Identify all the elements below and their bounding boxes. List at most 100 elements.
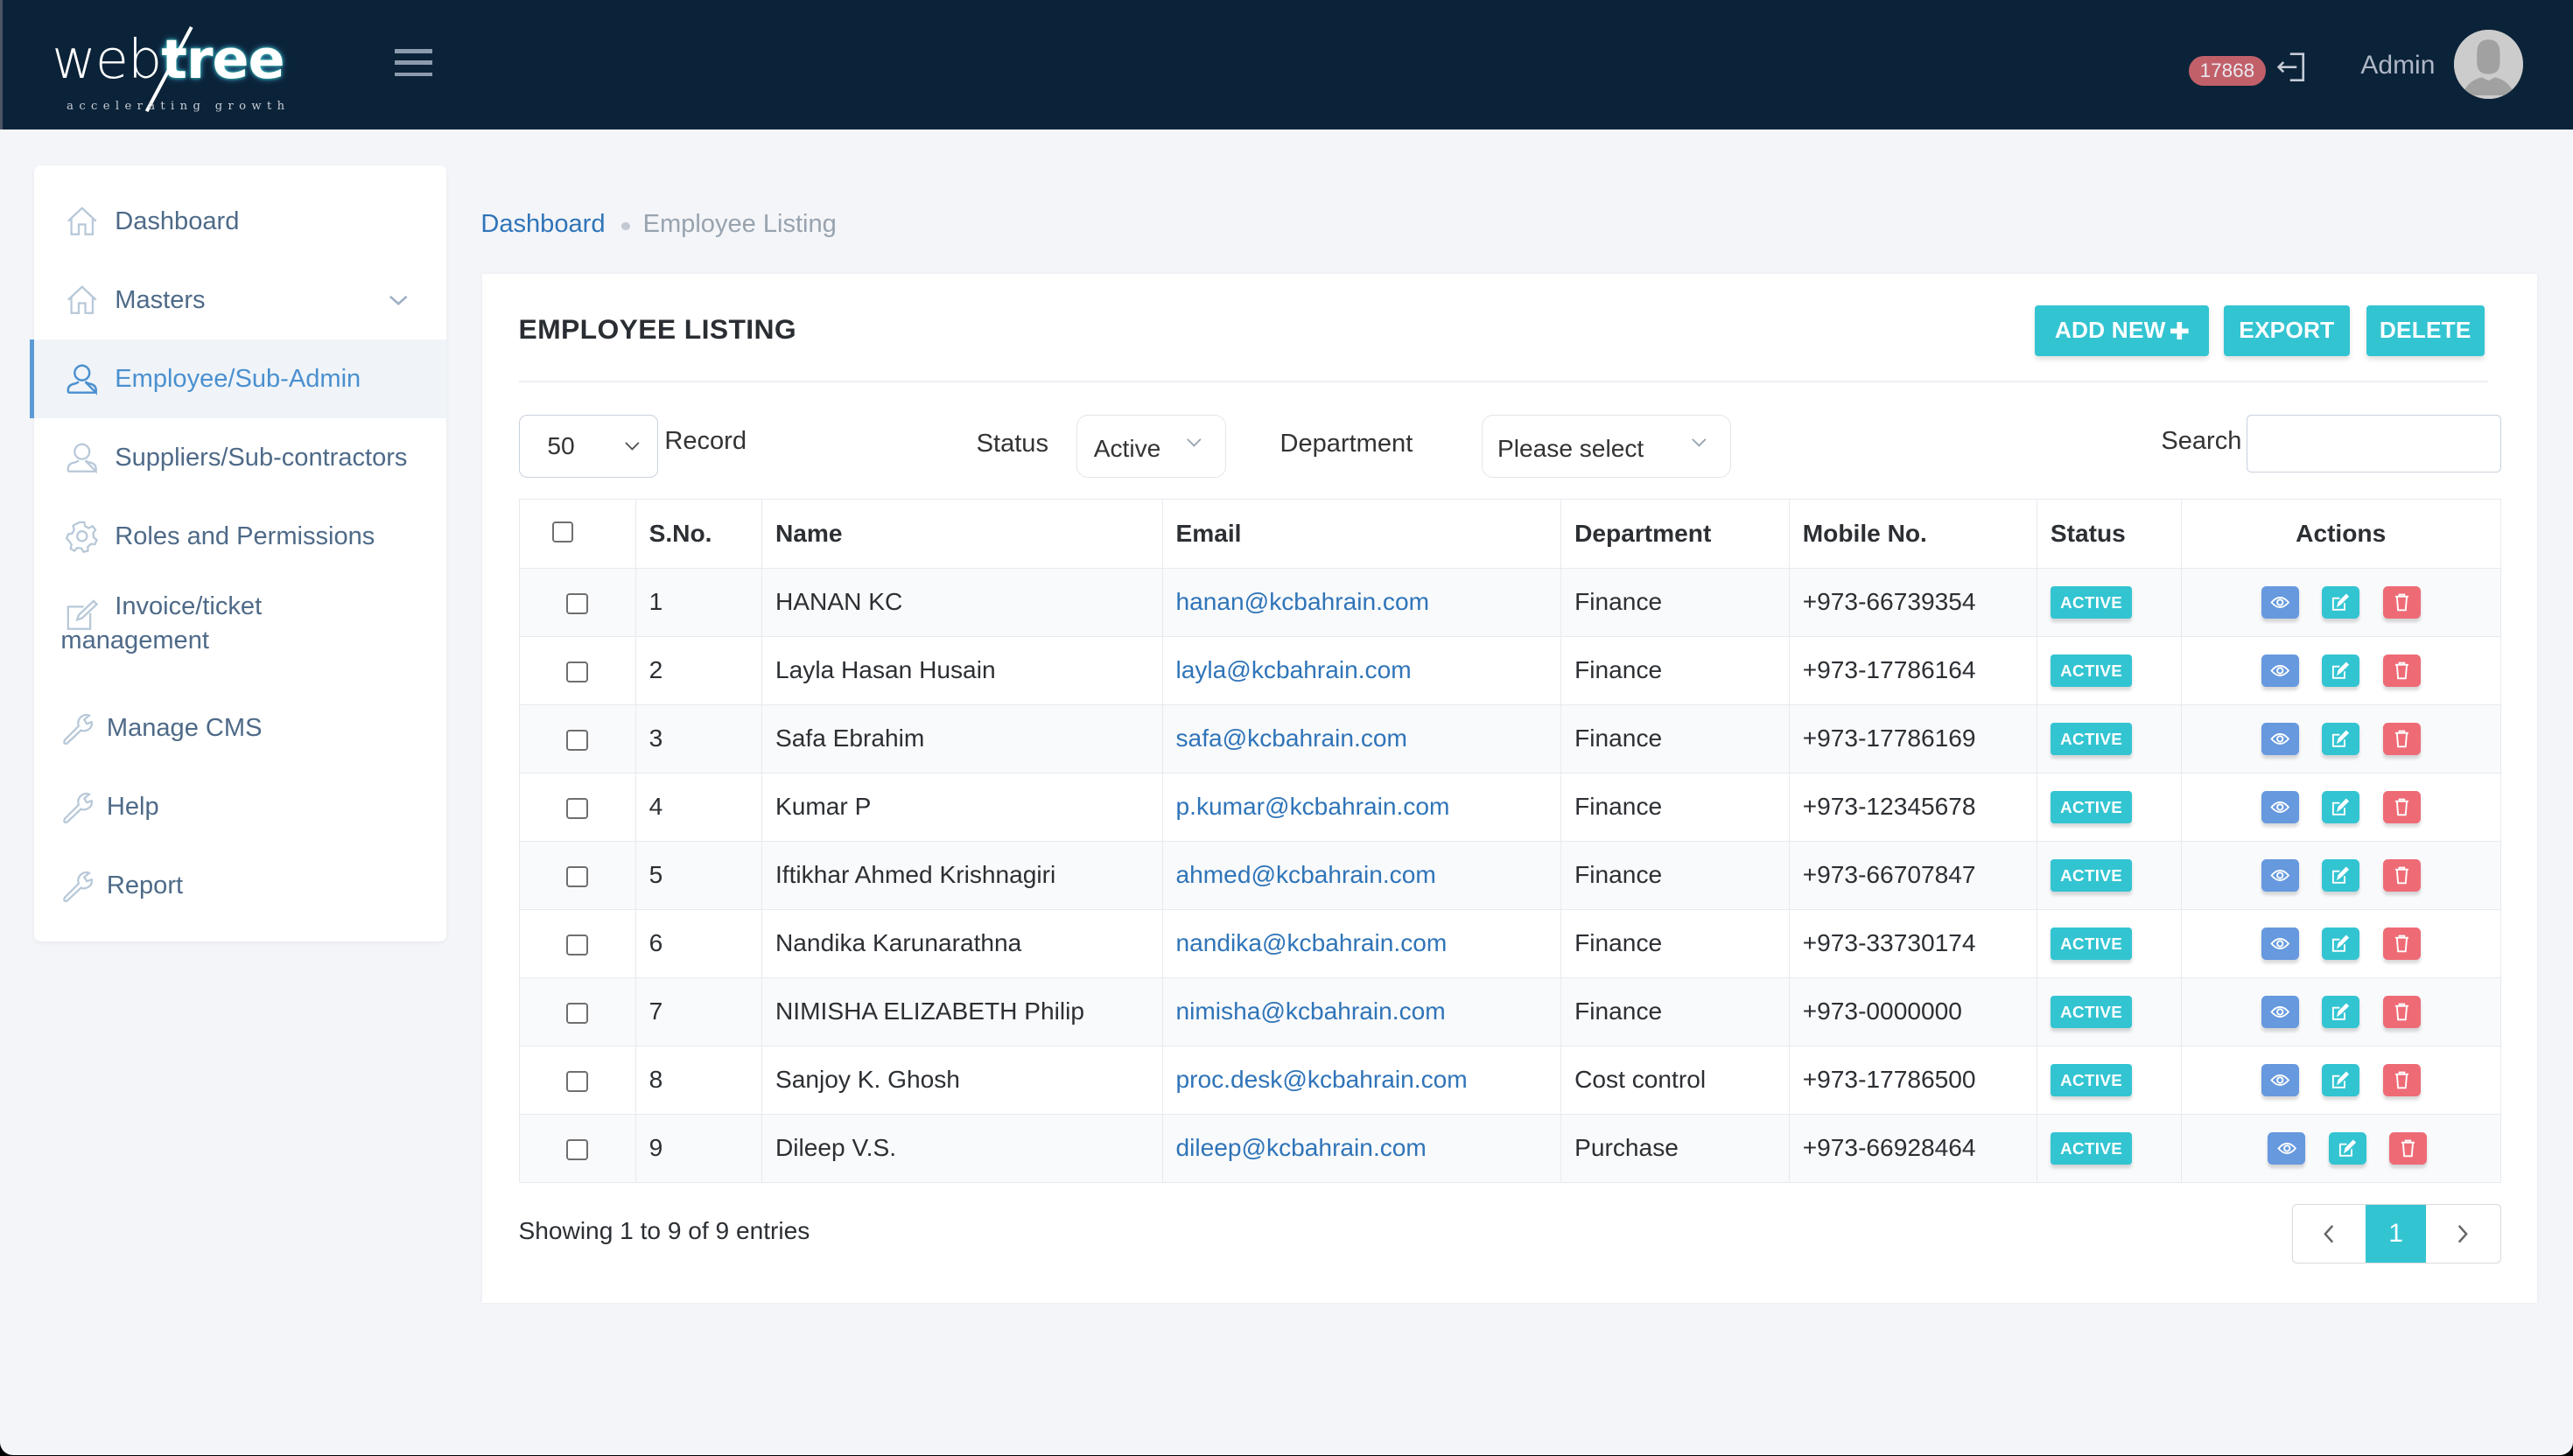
edit-button[interactable] <box>2328 1131 2366 1165</box>
row-actions <box>2256 1131 2438 1165</box>
pagination-page-1[interactable]: 1 <box>2365 1205 2427 1263</box>
row-actions <box>2250 790 2432 823</box>
delete-row-button[interactable] <box>2382 585 2421 619</box>
sidebar-item-employee-sub-admin[interactable]: Employee/Sub-Admin <box>29 340 446 419</box>
status-badge[interactable]: ACTIVE <box>2050 586 2133 619</box>
export-button[interactable]: EXPORT <box>2223 304 2350 356</box>
row-checkbox[interactable] <box>566 592 588 615</box>
email-link[interactable]: hanan@kcbahrain.com <box>1176 588 1430 615</box>
app-window: webtree accelerating growth 17868 Admin <box>0 0 2573 1456</box>
cell-sno: 7 <box>634 976 762 1046</box>
row-checkbox[interactable] <box>566 797 588 820</box>
edit-button[interactable] <box>2322 995 2360 1028</box>
cell-name: HANAN KC <box>761 567 1163 637</box>
column-header-sno[interactable]: S.No. <box>634 499 762 569</box>
cell-mobile: +973-66928464 <box>1788 1113 2037 1183</box>
status-badge[interactable]: ACTIVE <box>2050 791 2133 823</box>
view-button[interactable] <box>2261 858 2299 892</box>
row-checkbox[interactable] <box>566 865 588 888</box>
email-link[interactable]: nimisha@kcbahrain.com <box>1176 998 1446 1025</box>
email-link[interactable]: proc.desk@kcbahrain.com <box>1176 1066 1468 1093</box>
webtree-logo[interactable]: webtree accelerating growth <box>52 26 285 118</box>
sidebar-item-report[interactable]: Report <box>34 847 446 926</box>
delete-row-button[interactable] <box>2382 1063 2421 1096</box>
delete-row-button[interactable] <box>2382 858 2421 892</box>
status-badge[interactable]: ACTIVE <box>2050 928 2133 960</box>
sidebar-item-suppliers[interactable]: Suppliers/Sub-contractors <box>34 418 446 497</box>
view-button[interactable] <box>2261 927 2299 960</box>
row-checkbox[interactable] <box>566 1002 588 1025</box>
add-new-button[interactable]: ADD NEW <box>2035 304 2209 356</box>
hamburger-menu-button[interactable] <box>395 49 433 79</box>
email-link[interactable]: ahmed@kcbahrain.com <box>1176 861 1436 888</box>
eye-icon <box>2276 1141 2297 1156</box>
sidebar-item-manage-cms[interactable]: Manage CMS <box>34 690 446 768</box>
row-checkbox[interactable] <box>566 1138 588 1161</box>
select-all-checkbox[interactable] <box>551 521 573 542</box>
cell-status: ACTIVE <box>2036 976 2182 1046</box>
edit-button[interactable] <box>2322 858 2360 892</box>
view-button[interactable] <box>2261 1063 2299 1096</box>
edit-button[interactable] <box>2322 654 2360 687</box>
pagination-prev-button[interactable] <box>2293 1205 2366 1263</box>
delete-row-button[interactable] <box>2389 1131 2428 1165</box>
delete-row-button[interactable] <box>2382 790 2421 823</box>
status-badge[interactable]: ACTIVE <box>2050 859 2133 892</box>
edit-button[interactable] <box>2322 1063 2360 1096</box>
edit-button[interactable] <box>2322 927 2360 960</box>
column-header-email[interactable]: Email <box>1161 499 1562 569</box>
email-link[interactable]: dileep@kcbahrain.com <box>1176 1134 1427 1161</box>
status-badge[interactable]: ACTIVE <box>2050 1064 2133 1096</box>
email-link[interactable]: safa@kcbahrain.com <box>1176 724 1407 752</box>
plus-icon <box>2170 321 2189 340</box>
view-button[interactable] <box>2268 1131 2306 1165</box>
user-name[interactable]: Admin <box>2360 51 2435 80</box>
avatar[interactable] <box>2454 29 2523 99</box>
breadcrumb-current: Employee Listing <box>642 210 837 238</box>
column-header-name[interactable]: Name <box>761 499 1163 569</box>
row-select-cell <box>518 635 636 705</box>
records-per-page-select[interactable]: 50 <box>518 415 658 478</box>
row-checkbox[interactable] <box>566 661 588 683</box>
logout-icon[interactable] <box>2274 49 2310 85</box>
column-header-mobile[interactable]: Mobile No. <box>1788 499 2037 569</box>
sidebar-item-dashboard[interactable]: Dashboard <box>34 182 446 261</box>
status-badge[interactable]: ACTIVE <box>2050 654 2133 687</box>
edit-button[interactable] <box>2322 722 2360 755</box>
edit-button[interactable] <box>2322 790 2360 823</box>
status-filter-select[interactable]: Active <box>1076 415 1226 478</box>
delete-row-button[interactable] <box>2382 995 2421 1028</box>
delete-row-button[interactable] <box>2382 722 2421 755</box>
column-header-department[interactable]: Department <box>1560 499 1790 569</box>
view-button[interactable] <box>2261 790 2299 823</box>
sidebar-item-help[interactable]: Help <box>34 768 446 847</box>
row-checkbox[interactable] <box>566 1070 588 1093</box>
employee-listing-card: EMPLOYEE LISTING ADD NEW EXPORT DELETE 5… <box>482 274 2537 1303</box>
delete-row-button[interactable] <box>2382 927 2421 960</box>
row-checkbox[interactable] <box>566 934 588 956</box>
status-badge[interactable]: ACTIVE <box>2050 996 2133 1028</box>
sidebar-item-invoice-ticket[interactable]: Invoice/ticket management <box>34 576 446 675</box>
row-checkbox[interactable] <box>566 729 588 752</box>
delete-button[interactable]: DELETE <box>2366 304 2485 356</box>
breadcrumb-dashboard-link[interactable]: Dashboard <box>480 210 605 239</box>
notification-count-badge[interactable]: 17868 <box>2188 55 2267 86</box>
table-row: 9 Dileep V.S. dileep@kcbahrain.com Purchase… <box>518 1113 2501 1183</box>
email-link[interactable]: nandika@kcbahrain.com <box>1176 929 1448 956</box>
search-input[interactable] <box>2246 415 2501 472</box>
delete-row-button[interactable] <box>2382 654 2421 687</box>
view-button[interactable] <box>2261 654 2299 687</box>
edit-button[interactable] <box>2322 585 2360 619</box>
view-button[interactable] <box>2261 585 2299 619</box>
email-link[interactable]: p.kumar@kcbahrain.com <box>1176 793 1450 820</box>
column-header-status[interactable]: Status <box>2036 499 2182 569</box>
email-link[interactable]: layla@kcbahrain.com <box>1176 656 1412 683</box>
sidebar-item-masters[interactable]: Masters <box>34 261 446 340</box>
status-badge[interactable]: ACTIVE <box>2050 1132 2133 1165</box>
view-button[interactable] <box>2261 995 2299 1028</box>
department-filter-select[interactable]: Please select <box>1482 415 1732 478</box>
status-badge[interactable]: ACTIVE <box>2050 723 2133 755</box>
pagination-next-button[interactable] <box>2426 1205 2499 1263</box>
view-button[interactable] <box>2261 722 2299 755</box>
sidebar-item-roles-permissions[interactable]: Roles and Permissions <box>34 497 446 576</box>
